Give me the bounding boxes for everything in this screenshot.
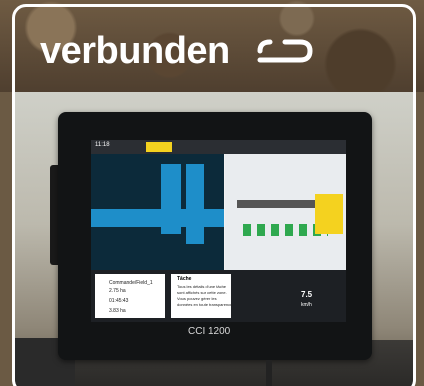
scene: 11:18 Commande/Field_1 2.75 ha 01:45:43 … (0, 0, 424, 386)
link-logo-icon (257, 39, 313, 63)
verbunden-logo-text: verbunden (40, 30, 230, 72)
